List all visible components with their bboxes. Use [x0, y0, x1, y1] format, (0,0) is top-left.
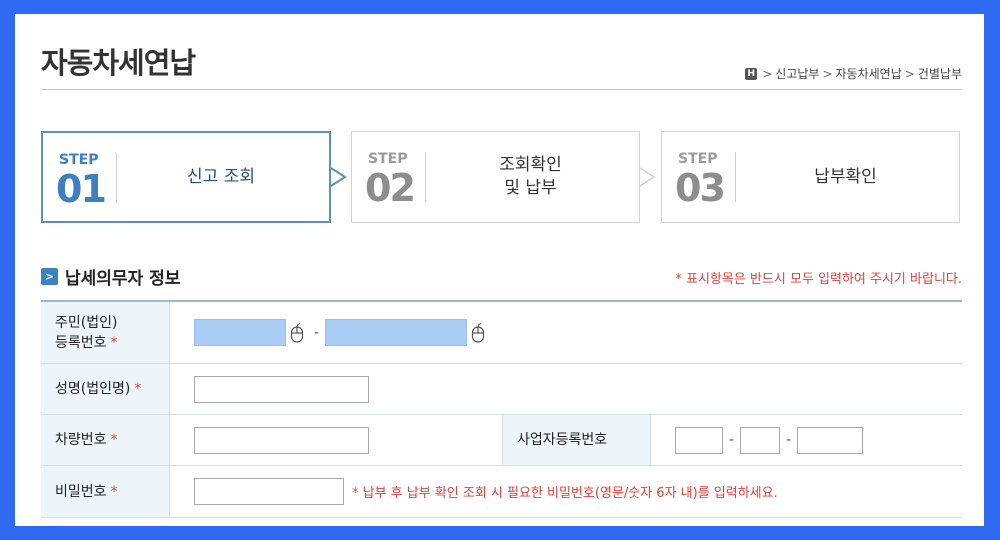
password-hint: * 납부 후 납부 확인 조회 시 필요한 비밀번호(영문/숫자 6자 내)를 …: [352, 486, 778, 501]
password-input[interactable]: [194, 478, 344, 505]
vehicle-number-cell: [170, 415, 502, 465]
page-title: 자동차세연납: [41, 46, 196, 80]
breadcrumb-item-single-payment: 건별납부: [917, 67, 962, 81]
chevron-right-icon: >: [822, 66, 833, 81]
step-3: STEP 03 납부확인: [661, 131, 960, 223]
step-2: STEP 02 조회확인 및 납부: [351, 131, 640, 223]
vehicle-number-label: 차량번호 *: [41, 415, 170, 465]
business-number-label-text: 사업자등록번호: [517, 432, 608, 448]
required-mark: *: [110, 432, 118, 448]
step-label: 납부확인: [814, 166, 877, 187]
step-1: STEP 01 신고 조회: [41, 131, 331, 223]
step-number: 02: [365, 166, 416, 210]
name-label: 성명(법인명) *: [41, 364, 170, 414]
content-panel: 자동차세연납 H > 신고납부 > 자동차세연납 > 건별납부 STEP 01 …: [15, 14, 984, 526]
step-arrow-icon: [639, 167, 656, 187]
required-note: * 표시항목은 반드시 모두 입력하여 주시기 바랍니다.: [675, 272, 962, 287]
step-arrow-icon: [330, 167, 347, 187]
breadcrumb-item-report-payment[interactable]: 신고납부: [775, 65, 819, 82]
separator: -: [786, 432, 792, 448]
separator: -: [314, 324, 320, 341]
step-number: 03: [675, 166, 726, 210]
step-label: 조회확인 및 납부: [499, 155, 562, 198]
vehicle-number-label-text: 차량번호: [55, 432, 107, 448]
step-number: 01: [56, 167, 107, 211]
name-label-text: 성명(법인명): [55, 381, 131, 397]
step-word: STEP: [678, 151, 718, 167]
vehicle-number-input[interactable]: [194, 426, 369, 454]
chevron-right-icon: >: [762, 66, 773, 81]
section-title: 납세의무자 정보: [65, 269, 181, 289]
step-word: STEP: [368, 151, 408, 167]
resident-number-label-line1: 주민(법인): [55, 314, 118, 331]
step-divider: [116, 153, 117, 203]
chevron-right-icon: >: [41, 268, 58, 285]
separator: -: [729, 432, 735, 448]
password-label: 비밀번호 *: [41, 466, 170, 517]
chevron-right-icon: >: [904, 66, 915, 81]
mouse-icon[interactable]: [471, 322, 485, 343]
form-row-password: 비밀번호 * * 납부 후 납부 확인 조회 시 필요한 비밀번호(영문/숫자 6…: [41, 466, 962, 518]
name-cell: [170, 364, 369, 414]
breadcrumb-item-car-tax-annual[interactable]: 자동차세연납: [836, 65, 902, 82]
form-row-resident-number: 주민(법인) 등록번호 * -: [41, 302, 962, 364]
business-number-input-3[interactable]: [797, 426, 864, 454]
name-input[interactable]: [194, 375, 369, 403]
resident-number-label-line2: 등록번호: [55, 334, 107, 351]
resident-number-back-input[interactable]: [325, 319, 468, 346]
resident-number-cell: -: [170, 302, 489, 363]
home-icon[interactable]: H: [745, 67, 758, 80]
required-mark: *: [134, 381, 142, 397]
required-mark: *: [110, 334, 118, 351]
business-number-cell: - -: [651, 415, 864, 465]
step-label: 신고 조회: [187, 166, 255, 187]
resident-number-label: 주민(법인) 등록번호 *: [41, 302, 170, 363]
form-row-vehicle: 차량번호 * 사업자등록번호 - -: [41, 415, 962, 466]
business-number-input-1[interactable]: [675, 426, 723, 454]
section-heading: > 납세의무자 정보: [41, 264, 180, 289]
taxpayer-form: 주민(법인) 등록번호 * - 성명(법인명) * 차량번호 * 사업자등록번호…: [41, 300, 962, 518]
breadcrumb: H > 신고납부 > 자동차세연납 > 건별납부: [745, 65, 962, 82]
step-divider: [425, 152, 426, 202]
resident-number-front-input[interactable]: [194, 319, 286, 346]
password-label-text: 비밀번호: [55, 483, 107, 500]
business-number-label: 사업자등록번호: [502, 415, 651, 465]
form-row-name: 성명(법인명) *: [41, 364, 962, 415]
required-mark: *: [110, 483, 118, 500]
step-word: STEP: [59, 152, 99, 168]
step-divider: [735, 152, 736, 202]
title-divider: [41, 89, 962, 90]
password-cell: * 납부 후 납부 확인 조회 시 필요한 비밀번호(영문/숫자 6자 내)를 …: [170, 466, 778, 517]
mouse-icon[interactable]: [290, 322, 304, 343]
business-number-input-2[interactable]: [740, 426, 781, 454]
